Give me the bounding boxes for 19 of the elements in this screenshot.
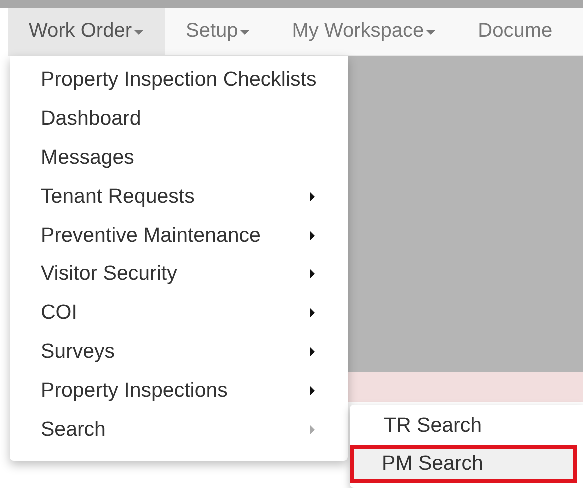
menu-item[interactable]: Tenant Requests [10, 177, 348, 216]
menu-item[interactable]: Messages [10, 138, 348, 178]
nav-menu-tab[interactable]: Work Order [8, 8, 165, 55]
caret-icon [134, 30, 144, 36]
nav-menu-tab[interactable]: My Workspace [271, 8, 458, 55]
menu-item[interactable]: Search [10, 410, 348, 449]
menu-item[interactable]: Surveys [10, 332, 348, 372]
submenu-item[interactable]: PM Search [350, 445, 577, 483]
menu-item[interactable]: COI [10, 294, 348, 333]
menu-item[interactable]: Preventive Maintenance [10, 216, 348, 255]
nav-menu-tab[interactable]: Docume [457, 8, 553, 55]
nav-menu-tab[interactable]: Setup [164, 8, 272, 55]
caret-icon [426, 30, 436, 36]
menu-item[interactable]: Property Inspection Checklists [10, 61, 348, 100]
menu-item[interactable]: Dashboard [10, 100, 348, 139]
menu-item[interactable]: Visitor Security [10, 254, 348, 294]
caret-icon [240, 30, 250, 36]
menu-item[interactable]: Property Inspections [10, 371, 348, 410]
submenu-item[interactable]: TR Search [350, 407, 577, 445]
